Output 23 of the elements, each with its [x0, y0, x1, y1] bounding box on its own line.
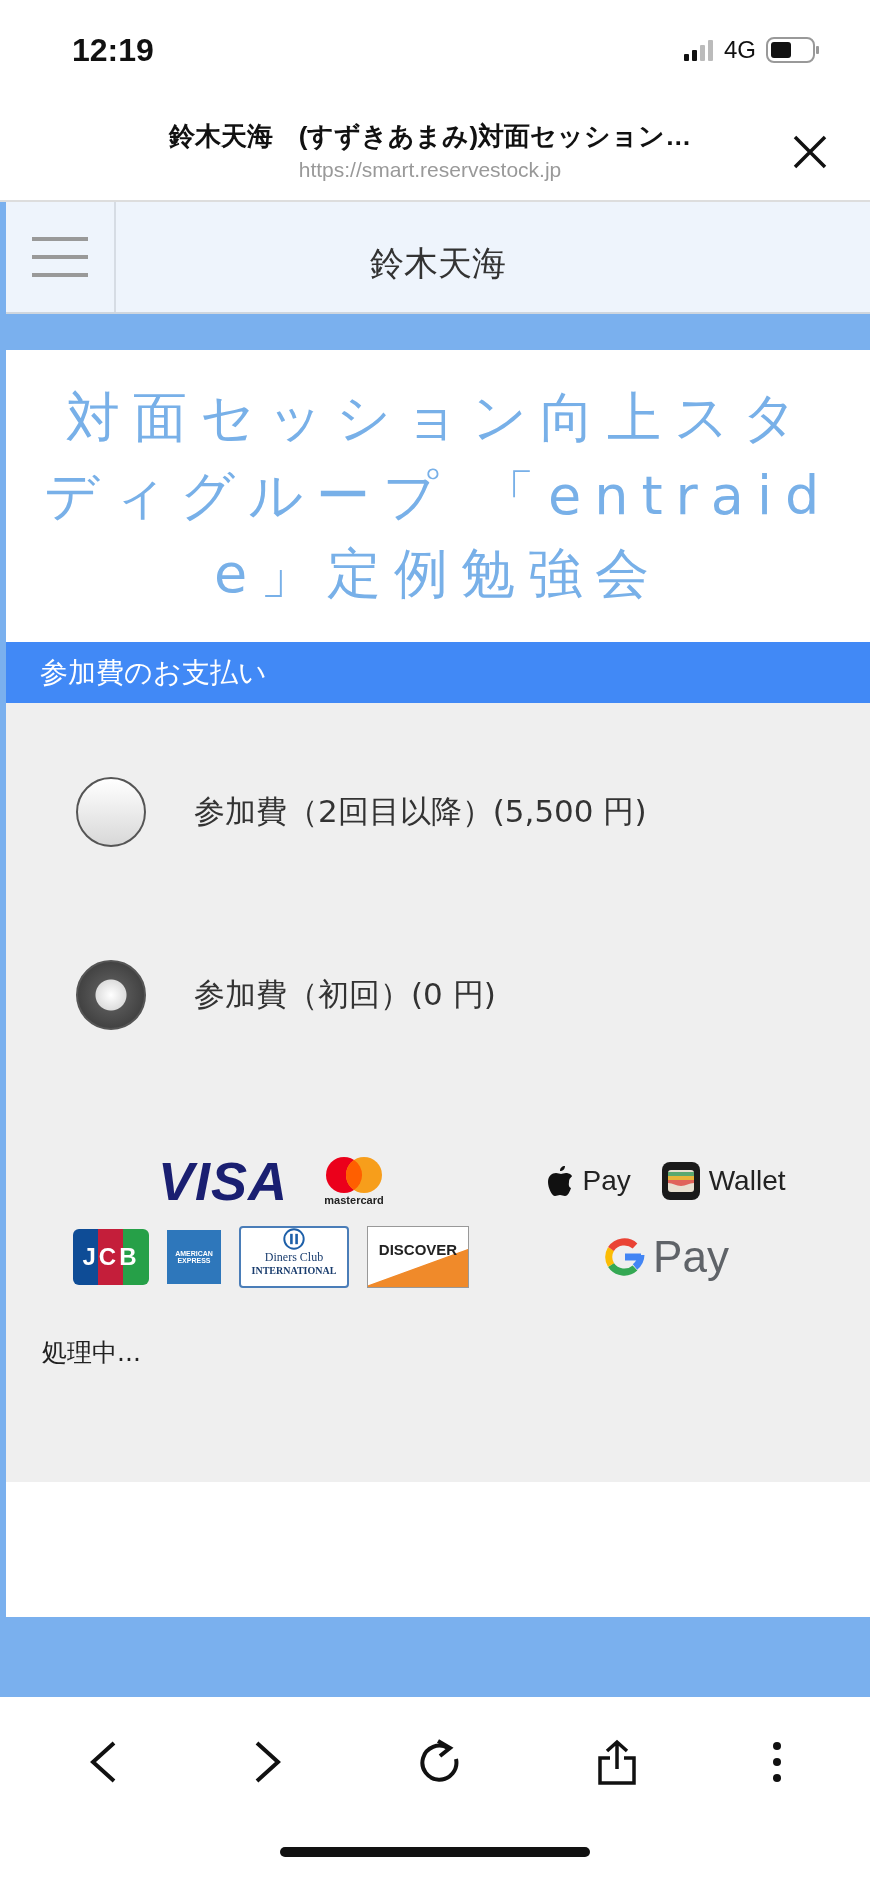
processing-text: 処理中...: [41, 1337, 142, 1369]
more-button[interactable]: [772, 1741, 783, 1783]
page-title: 鈴木天海 (すずきあまみ)対面セッション…: [168, 119, 692, 153]
close-button[interactable]: [792, 134, 828, 170]
mastercard-logo: mastercard: [324, 1156, 384, 1206]
diners-club-logo: Diners Club INTERNATIONAL: [239, 1226, 349, 1288]
status-time: 12:19: [72, 31, 154, 69]
visa-logo: VISA: [157, 1150, 288, 1212]
fee-option[interactable]: 参加費（初回）(0 円): [6, 940, 870, 1050]
section-heading: 参加費のお支払い: [6, 642, 870, 703]
fee-option[interactable]: 参加費（2回目以降）(5,500 円): [6, 757, 870, 867]
site-title: 鈴木天海: [369, 242, 507, 285]
signal-icon: [684, 39, 714, 61]
battery-icon: [766, 37, 820, 63]
network-label: 4G: [724, 36, 756, 64]
wallet-logo: Wallet: [660, 1161, 786, 1201]
menu-icon: [32, 235, 88, 279]
share-button[interactable]: [597, 1739, 638, 1785]
page-url: https://smart.reservestock.jp: [298, 157, 562, 182]
apple-pay-logo: Pay: [546, 1164, 631, 1198]
google-pay-logo: Pay: [603, 1232, 729, 1282]
discover-logo: DISCOVER: [367, 1226, 469, 1288]
event-title: 対面セッション向上スタディグループ 「entraide」定例勉強会: [42, 384, 834, 608]
